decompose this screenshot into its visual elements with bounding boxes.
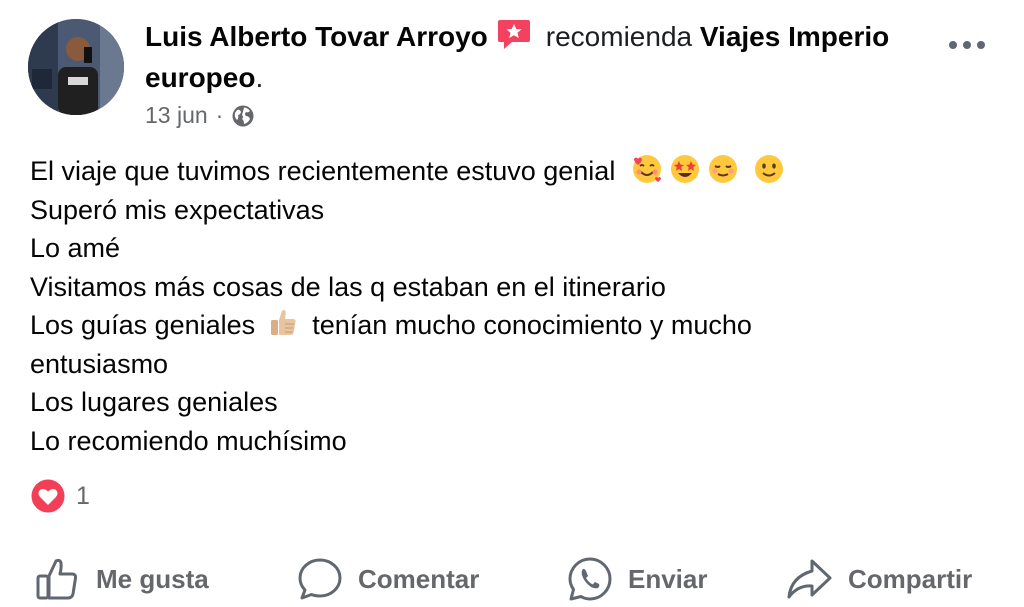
star-chat-icon xyxy=(497,20,530,49)
body-text: entusiasmo xyxy=(30,348,169,379)
reactions-summary[interactable]: 1 xyxy=(30,478,90,514)
share-label: Compartir xyxy=(848,563,973,594)
smiling-face-blushing-icon xyxy=(708,155,737,183)
post-body: El viaje que tuvimos recientemente estuv… xyxy=(30,152,990,460)
like-button[interactable]: Me gusta xyxy=(34,552,209,606)
send-button[interactable]: Enviar xyxy=(566,552,708,606)
body-line: El viaje que tuvimos recientemente estuv… xyxy=(30,152,990,191)
thumbs-up-icon xyxy=(270,310,296,335)
body-text: Los guías geniales xyxy=(30,310,256,340)
body-line: Visitamos más cosas de las q estaban en … xyxy=(30,268,990,307)
body-line: Los guías geniales tenían mucho conocimi… xyxy=(30,306,990,345)
share-icon xyxy=(787,559,832,599)
body-text: Visitamos más cosas de las q estaban en … xyxy=(30,271,666,302)
body-text: tenían mucho conocimiento y mucho xyxy=(312,310,752,340)
comment-button[interactable]: Comentar xyxy=(296,552,479,606)
body-text: Los lugares geniales xyxy=(30,387,278,417)
body-line: entusiasmo xyxy=(30,345,990,384)
more-options-button[interactable] xyxy=(944,34,990,56)
recommend-verb: recomienda xyxy=(545,21,693,52)
body-text: Lo amé xyxy=(30,233,121,263)
body-text: Lo recomiendo muchísimo xyxy=(30,425,347,456)
like-icon xyxy=(36,558,78,600)
comment-label: Comentar xyxy=(358,563,480,594)
body-line: Superó mis expectativas xyxy=(30,191,990,230)
author-name[interactable]: Luis Alberto Tovar Arroyo xyxy=(145,21,488,52)
body-line: Lo recomiendo muchísimo xyxy=(30,422,990,461)
post-date[interactable]: 13 jun xyxy=(145,102,208,129)
more-dot-icon xyxy=(977,41,985,49)
smiling-face-with-hearts-icon xyxy=(632,155,661,183)
slightly-smiling-face-icon xyxy=(754,155,783,183)
body-line: Lo amé xyxy=(30,229,990,268)
post-meta: 13 jun · xyxy=(145,102,255,129)
more-dot-icon xyxy=(949,41,957,49)
profile-photo xyxy=(28,19,124,115)
action-bar: Me gusta Comentar Enviar Compartir xyxy=(0,552,1024,606)
love-icon xyxy=(30,478,66,514)
more-dot-icon xyxy=(963,41,971,49)
avatar[interactable] xyxy=(28,19,124,115)
star-struck-icon xyxy=(670,155,699,183)
like-label: Me gusta xyxy=(96,563,209,594)
post-header: Luis Alberto Tovar Arroyo recomienda Via… xyxy=(145,16,905,98)
facebook-post: Luis Alberto Tovar Arroyo recomienda Via… xyxy=(0,0,1024,607)
body-line: Los lugares geniales xyxy=(30,383,990,422)
comment-icon xyxy=(298,558,342,600)
whatsapp-icon xyxy=(568,557,612,601)
globe-icon xyxy=(232,105,254,126)
share-button[interactable]: Compartir xyxy=(784,552,972,606)
page-suffix: . xyxy=(255,62,264,93)
reaction-count: 1 xyxy=(76,481,90,510)
body-text: El viaje que tuvimos recientemente estuv… xyxy=(30,156,616,186)
send-label: Enviar xyxy=(628,563,708,594)
meta-separator: · xyxy=(215,102,224,128)
body-text: Superó mis expectativas xyxy=(30,194,325,225)
